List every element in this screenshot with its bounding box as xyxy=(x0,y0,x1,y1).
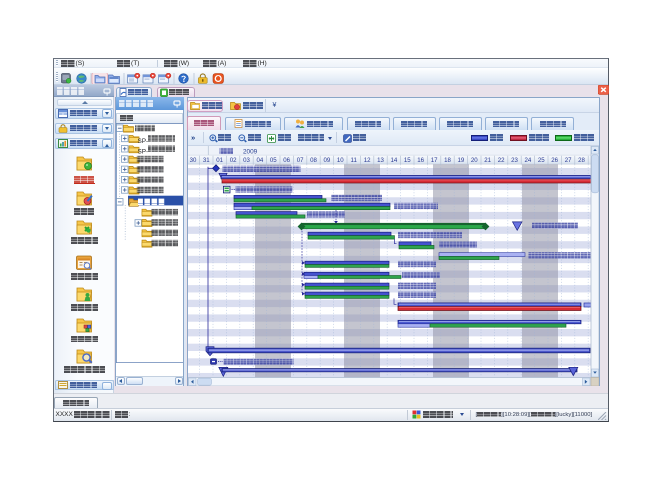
svg-text:01: 01 xyxy=(216,157,223,164)
svg-text:26: 26 xyxy=(551,157,558,164)
svg-text:23: 23 xyxy=(511,157,518,164)
svg-text:03: 03 xyxy=(243,157,250,164)
svg-text:24: 24 xyxy=(525,157,532,164)
svg-text:10: 10 xyxy=(337,157,344,164)
svg-text:04: 04 xyxy=(257,157,264,164)
svg-text:09: 09 xyxy=(324,157,331,164)
svg-text:20: 20 xyxy=(471,157,478,164)
svg-text:11: 11 xyxy=(351,157,358,164)
svg-text:31: 31 xyxy=(203,157,210,164)
svg-text:18: 18 xyxy=(444,157,451,164)
svg-text:15: 15 xyxy=(404,157,411,164)
svg-text:30: 30 xyxy=(190,157,197,164)
svg-text:06: 06 xyxy=(283,157,290,164)
svg-text:21: 21 xyxy=(484,157,491,164)
svg-text:16: 16 xyxy=(417,157,424,164)
svg-text:25: 25 xyxy=(538,157,545,164)
svg-text:27: 27 xyxy=(565,157,572,164)
svg-text:2009: 2009 xyxy=(243,148,258,155)
svg-text:05: 05 xyxy=(270,157,277,164)
svg-text:19: 19 xyxy=(458,157,465,164)
svg-text:22: 22 xyxy=(498,157,505,164)
svg-text:08: 08 xyxy=(310,157,317,164)
svg-text:SP-: SP- xyxy=(138,149,149,156)
svg-text:12: 12 xyxy=(364,157,371,164)
svg-text:14: 14 xyxy=(391,157,398,164)
svg-text:13: 13 xyxy=(377,157,384,164)
svg-text:28: 28 xyxy=(578,157,585,164)
svg-text:07: 07 xyxy=(297,157,304,164)
svg-text:17: 17 xyxy=(431,157,438,164)
svg-text:SP-: SP- xyxy=(138,138,149,145)
svg-text:02: 02 xyxy=(230,157,237,164)
